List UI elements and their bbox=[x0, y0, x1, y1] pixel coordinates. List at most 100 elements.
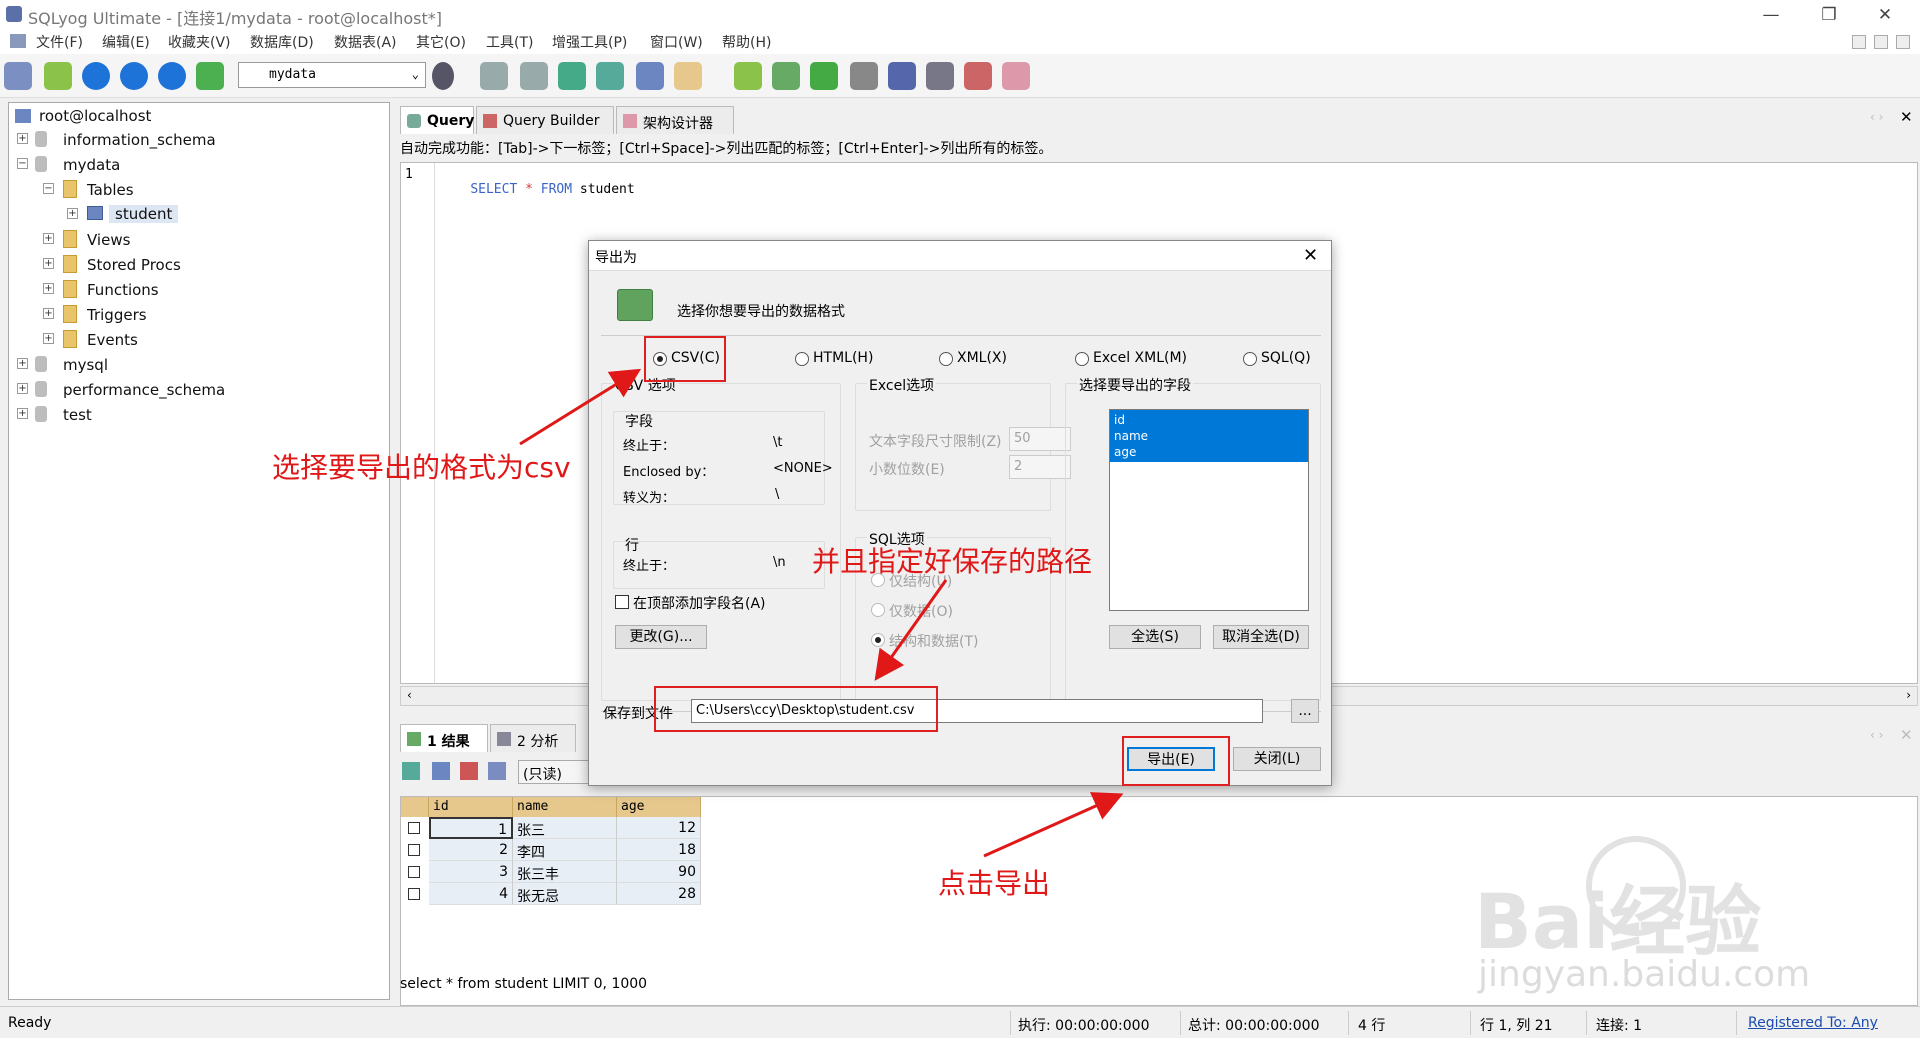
execute-all-icon[interactable] bbox=[120, 62, 148, 90]
grid-cell-age[interactable]: 12 bbox=[617, 817, 701, 839]
label-sql[interactable]: SQL(Q) bbox=[1261, 350, 1311, 366]
schema-icon[interactable] bbox=[196, 62, 224, 90]
escaped-value[interactable]: \ bbox=[775, 487, 779, 502]
menu-other[interactable]: 其它(O) bbox=[416, 32, 466, 52]
mdi-restore-icon[interactable] bbox=[1874, 35, 1888, 49]
expand-icon[interactable]: + bbox=[43, 333, 54, 344]
expand-icon[interactable]: + bbox=[17, 383, 28, 394]
radio-excel-xml[interactable] bbox=[1075, 352, 1089, 366]
close-dialog-button[interactable]: 关闭(L) bbox=[1233, 747, 1321, 771]
grid-header-age[interactable]: age bbox=[617, 797, 701, 817]
tree-db-information-schema[interactable]: information_schema bbox=[63, 131, 216, 149]
menu-table[interactable]: 数据表(A) bbox=[334, 32, 397, 52]
export-icon[interactable] bbox=[402, 762, 420, 780]
grid-cell-name[interactable]: 张三丰 bbox=[513, 861, 617, 883]
add-header-label[interactable]: 在顶部添加字段名(A) bbox=[633, 593, 766, 613]
expand-icon[interactable]: + bbox=[17, 133, 28, 144]
restore-button[interactable]: ❐ bbox=[1806, 2, 1852, 28]
grid-cell-name[interactable]: 李四 bbox=[513, 839, 617, 861]
add-header-checkbox[interactable] bbox=[615, 595, 629, 609]
user-manager-icon[interactable] bbox=[432, 62, 454, 90]
visual-schema-icon[interactable] bbox=[1002, 62, 1030, 90]
label-html[interactable]: HTML(H) bbox=[813, 350, 873, 366]
grid-cell-id[interactable]: 4 bbox=[429, 883, 513, 905]
change-button[interactable]: 更改(G)... bbox=[615, 625, 707, 649]
notification-icon[interactable] bbox=[926, 62, 954, 90]
tree-folder-tables[interactable]: Tables bbox=[87, 181, 134, 199]
radio-xml[interactable] bbox=[939, 352, 953, 366]
menu-help[interactable]: 帮助(H) bbox=[722, 32, 771, 52]
tab-scroll-icon[interactable]: ‹ › bbox=[1870, 110, 1883, 124]
form-view-icon[interactable] bbox=[460, 762, 478, 780]
menu-power-tools[interactable]: 增强工具(P) bbox=[552, 32, 627, 52]
collapse-icon[interactable]: − bbox=[17, 158, 28, 169]
data-sync-icon[interactable] bbox=[674, 62, 702, 90]
tree-root[interactable]: root@localhost bbox=[39, 107, 151, 125]
expand-icon[interactable]: + bbox=[17, 408, 28, 419]
label-excel-xml[interactable]: Excel XML(M) bbox=[1093, 350, 1187, 366]
schema-sync-icon[interactable] bbox=[772, 62, 800, 90]
grid-cell-id[interactable]: 3 bbox=[429, 861, 513, 883]
execute-icon[interactable] bbox=[82, 62, 110, 90]
row-checkbox[interactable] bbox=[408, 888, 420, 900]
menu-database[interactable]: 数据库(D) bbox=[250, 32, 314, 52]
new-connection-icon[interactable] bbox=[44, 62, 72, 90]
query-builder-icon[interactable] bbox=[734, 62, 762, 90]
tree-folder-stored-procs[interactable]: Stored Procs bbox=[87, 256, 181, 274]
create-db-icon[interactable] bbox=[480, 62, 508, 90]
grid-cell-id[interactable]: 2 bbox=[429, 839, 513, 861]
tree-folder-events[interactable]: Events bbox=[87, 331, 138, 349]
row-checkbox[interactable] bbox=[408, 822, 420, 834]
tab-schema-designer[interactable]: 架构设计器 bbox=[616, 106, 734, 134]
line-term-value[interactable]: \n bbox=[773, 555, 786, 570]
tree-folder-views[interactable]: Views bbox=[87, 231, 130, 249]
menu-window[interactable]: 窗口(W) bbox=[650, 32, 703, 52]
expand-icon[interactable]: + bbox=[17, 358, 28, 369]
tree-db-mysql[interactable]: mysql bbox=[63, 356, 108, 374]
menu-edit[interactable]: 编辑(E) bbox=[102, 32, 150, 52]
grid-cell-age[interactable]: 18 bbox=[617, 839, 701, 861]
field-item-id[interactable]: id bbox=[1114, 412, 1304, 428]
database-select[interactable]: mydata ⌄ bbox=[238, 62, 426, 88]
radio-html[interactable] bbox=[795, 352, 809, 366]
fields-list[interactable]: id name age bbox=[1109, 409, 1309, 611]
migration-icon[interactable] bbox=[888, 62, 916, 90]
menu-file[interactable]: 文件(F) bbox=[36, 32, 83, 52]
mdi-minimize-icon[interactable] bbox=[1852, 35, 1866, 49]
terminated-value[interactable]: \t bbox=[773, 435, 782, 450]
grid-view-icon[interactable] bbox=[432, 762, 450, 780]
field-item-age[interactable]: age bbox=[1114, 444, 1304, 460]
copy-db-icon[interactable] bbox=[810, 62, 838, 90]
expand-icon[interactable]: + bbox=[67, 208, 78, 219]
grid-icon[interactable] bbox=[596, 62, 624, 90]
scheduler-icon[interactable] bbox=[850, 62, 878, 90]
tab-query[interactable]: Query bbox=[400, 106, 474, 134]
tree-folder-functions[interactable]: Functions bbox=[87, 281, 159, 299]
grid-cell-name[interactable]: 张三 bbox=[513, 817, 617, 839]
text-view-icon[interactable] bbox=[488, 762, 506, 780]
browse-button[interactable]: ... bbox=[1291, 699, 1319, 723]
expand-icon[interactable]: + bbox=[43, 308, 54, 319]
backup-icon[interactable] bbox=[520, 62, 548, 90]
grid-cell-id[interactable]: 1 bbox=[429, 817, 513, 839]
menu-favorites[interactable]: 收藏夹(V) bbox=[168, 32, 231, 52]
label-xml[interactable]: XML(X) bbox=[957, 350, 1007, 366]
minimize-button[interactable]: — bbox=[1748, 2, 1794, 28]
tab-results[interactable]: 1 结果 bbox=[400, 724, 488, 752]
grid-cell-age[interactable]: 90 bbox=[617, 861, 701, 883]
import-icon[interactable] bbox=[558, 62, 586, 90]
expand-icon[interactable]: + bbox=[43, 258, 54, 269]
expand-icon[interactable]: + bbox=[43, 283, 54, 294]
select-all-button[interactable]: 全选(S) bbox=[1109, 625, 1201, 649]
status-registered[interactable]: Registered To: Any bbox=[1748, 1015, 1878, 1031]
tree-folder-triggers[interactable]: Triggers bbox=[87, 306, 147, 324]
result-close-icon[interactable]: ✕ bbox=[1900, 726, 1913, 744]
tree-db-test[interactable]: test bbox=[63, 406, 92, 424]
deselect-all-button[interactable]: 取消全选(D) bbox=[1213, 625, 1309, 649]
row-checkbox[interactable] bbox=[408, 844, 420, 856]
grid-cell-age[interactable]: 28 bbox=[617, 883, 701, 905]
tab-profiler[interactable]: 2 分析 bbox=[490, 724, 576, 752]
result-tab-scroll-icon[interactable]: ‹ › bbox=[1870, 728, 1883, 742]
enclosed-value[interactable]: <NONE> bbox=[773, 461, 833, 476]
tree-table-student[interactable]: student bbox=[109, 205, 179, 223]
